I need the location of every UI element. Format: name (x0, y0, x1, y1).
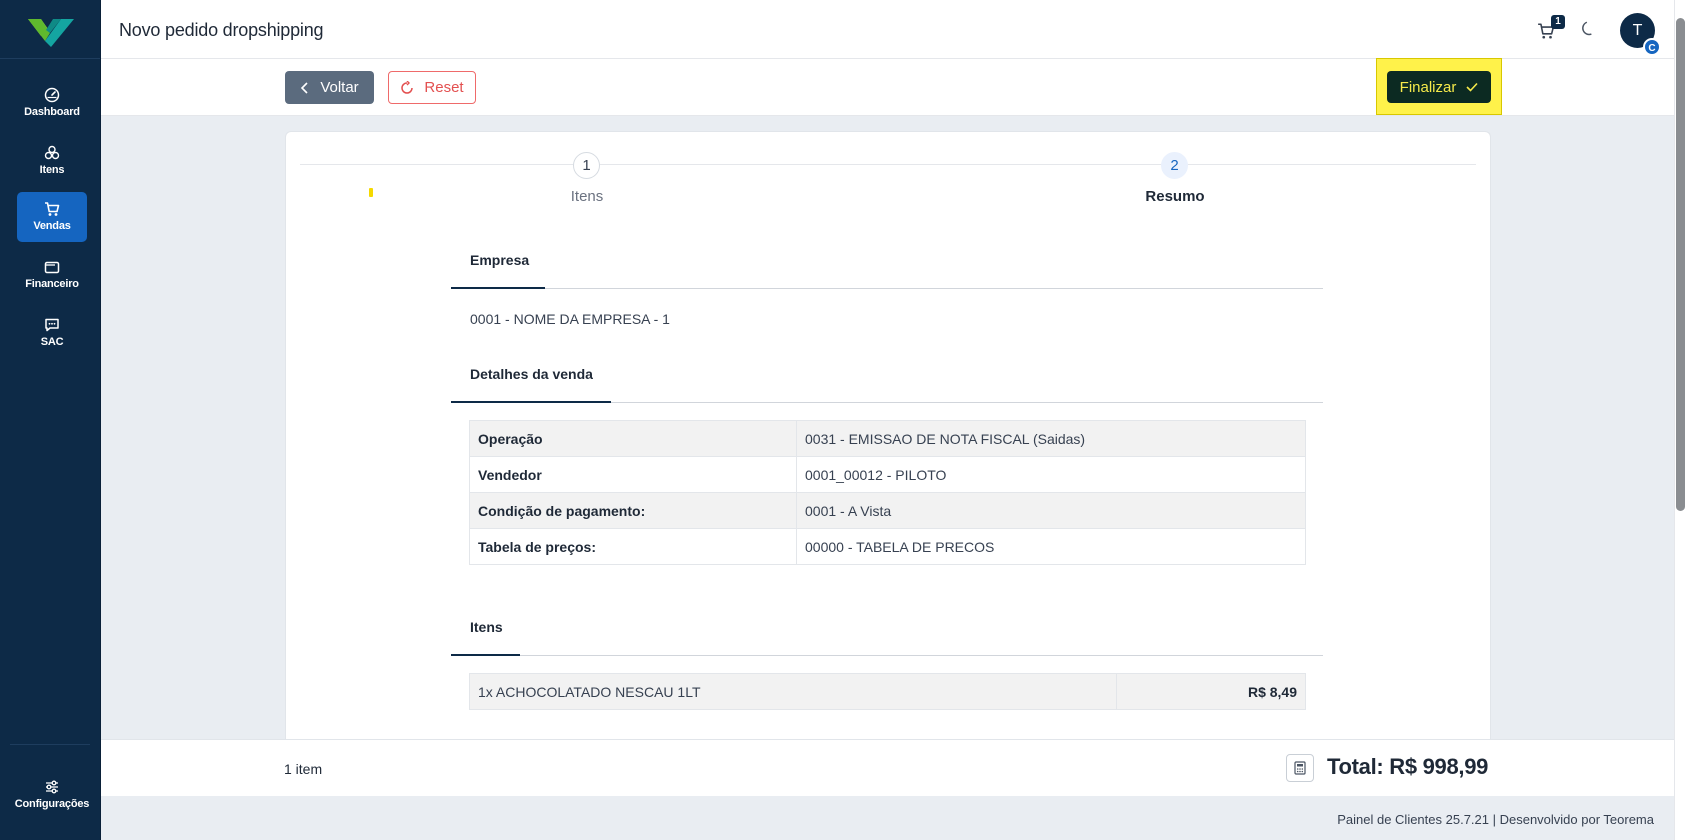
action-bar: Voltar Reset Finalizar (101, 58, 1674, 116)
detail-key: Tabela de preços: (469, 528, 797, 565)
section-divider (451, 288, 1323, 289)
top-header: Novo pedido dropshipping (101, 0, 1674, 59)
item-count: 1 item (284, 761, 323, 777)
chevron-left-icon (301, 81, 308, 94)
sidebar-item-itens[interactable]: Itens (17, 136, 87, 186)
section-tab-underline (451, 654, 520, 656)
boxes-icon (44, 145, 60, 160)
cart-count-badge: 1 (1551, 15, 1565, 29)
stepper-line (300, 164, 1476, 165)
footer-text: Painel de Clientes 25.7.21 | Desenvolvid… (1337, 812, 1654, 827)
sidebar-item-sac[interactable]: SAC (17, 308, 87, 358)
moon-icon (1582, 21, 1592, 36)
detail-value: 0031 - EMISSAO DE NOTA FISCAL (Saidas) (796, 420, 1306, 457)
empresa-value: 0001 - NOME DA EMPRESA - 1 (470, 311, 670, 327)
section-tab-empresa[interactable]: Empresa (470, 252, 529, 268)
item-description: 1x ACHOCOLATADO NESCAU 1LT (469, 673, 1117, 710)
section-divider (451, 655, 1323, 656)
sidebar-item-financeiro[interactable]: Financeiro (17, 250, 87, 300)
section-tab-underline (451, 401, 611, 403)
section-tab-itens[interactable]: Itens (470, 619, 503, 635)
brand-logo-icon[interactable] (28, 14, 74, 48)
back-button-label: Voltar (320, 79, 359, 96)
calculator-button[interactable] (1286, 754, 1314, 782)
sliders-icon (46, 780, 58, 794)
sale-details-table: Operação 0031 - EMISSAO DE NOTA FISCAL (… (469, 420, 1306, 565)
order-summary-card: 1 Itens 2 Resumo Empresa 0001 - NOME DA … (285, 131, 1491, 741)
calculator-icon (1294, 761, 1306, 775)
scrollbar-thumb[interactable] (1676, 18, 1685, 511)
table-row: Operação 0031 - EMISSAO DE NOTA FISCAL (… (469, 420, 1306, 457)
sidebar-item-label: Itens (39, 164, 65, 176)
back-button[interactable]: Voltar (285, 71, 374, 104)
check-icon (1466, 82, 1478, 92)
step-2-circle[interactable]: 2 (1161, 152, 1188, 179)
sidebar-divider (0, 58, 100, 59)
step-1-circle[interactable]: 1 (573, 152, 600, 179)
reset-button-label: Reset (424, 79, 464, 96)
refresh-icon (401, 80, 414, 94)
sidebar-item-label: Financeiro (25, 278, 79, 290)
gauge-icon (44, 87, 60, 103)
table-row: Vendedor 0001_00012 - PILOTO (469, 456, 1306, 493)
detail-value: 00000 - TABELA DE PRECOS (796, 528, 1306, 565)
detail-key: Condição de pagamento: (469, 492, 797, 529)
order-summary-bar: 1 item Total: R$ 998,99 (101, 739, 1674, 796)
table-row: 1x ACHOCOLATADO NESCAU 1LT R$ 8,49 (469, 673, 1306, 710)
items-table: 1x ACHOCOLATADO NESCAU 1LT R$ 8,49 (469, 673, 1306, 710)
wallet-icon (44, 261, 60, 274)
detail-key: Operação (469, 420, 797, 457)
sidebar-item-label: Dashboard (24, 106, 80, 118)
sidebar-item-label: Vendas (33, 220, 71, 232)
table-row: Tabela de preços: 00000 - TABELA DE PREC… (469, 528, 1306, 565)
table-row: Condição de pagamento: 0001 - A Vista (469, 492, 1306, 529)
theme-toggle-button[interactable] (1579, 20, 1599, 40)
sidebar-item-label: SAC (40, 336, 64, 348)
finish-button-label: Finalizar (1399, 78, 1457, 96)
detail-value: 0001 - A Vista (796, 492, 1306, 529)
cursor-marker (369, 188, 373, 197)
section-tab-underline (451, 287, 545, 289)
sidebar-divider (10, 744, 90, 745)
reset-button[interactable]: Reset (388, 71, 476, 104)
chat-icon (45, 318, 59, 332)
finish-button[interactable]: Finalizar (1387, 71, 1491, 103)
sidebar-item-dashboard[interactable]: Dashboard (17, 78, 87, 128)
section-tab-detalhes[interactable]: Detalhes da venda (470, 366, 593, 382)
detail-value: 0001_00012 - PILOTO (796, 456, 1306, 493)
footer: Painel de Clientes 25.7.21 | Desenvolvid… (101, 796, 1674, 840)
step-2-label[interactable]: Resumo (1115, 188, 1235, 205)
item-price: R$ 8,49 (1116, 673, 1306, 710)
cart-icon (45, 202, 60, 216)
sidebar: Dashboard Itens Vendas Financeiro SAC Co… (0, 0, 101, 840)
step-1-label[interactable]: Itens (527, 188, 647, 205)
page-title: Novo pedido dropshipping (119, 20, 324, 40)
sidebar-item-configuracoes[interactable]: Configurações (12, 770, 92, 820)
order-total: Total: R$ 998,99 (1327, 754, 1489, 779)
sidebar-item-label: Configurações (14, 798, 90, 810)
detail-key: Vendedor (469, 456, 797, 493)
avatar-company-badge: C (1643, 38, 1661, 56)
sidebar-item-vendas[interactable]: Vendas (17, 192, 87, 242)
